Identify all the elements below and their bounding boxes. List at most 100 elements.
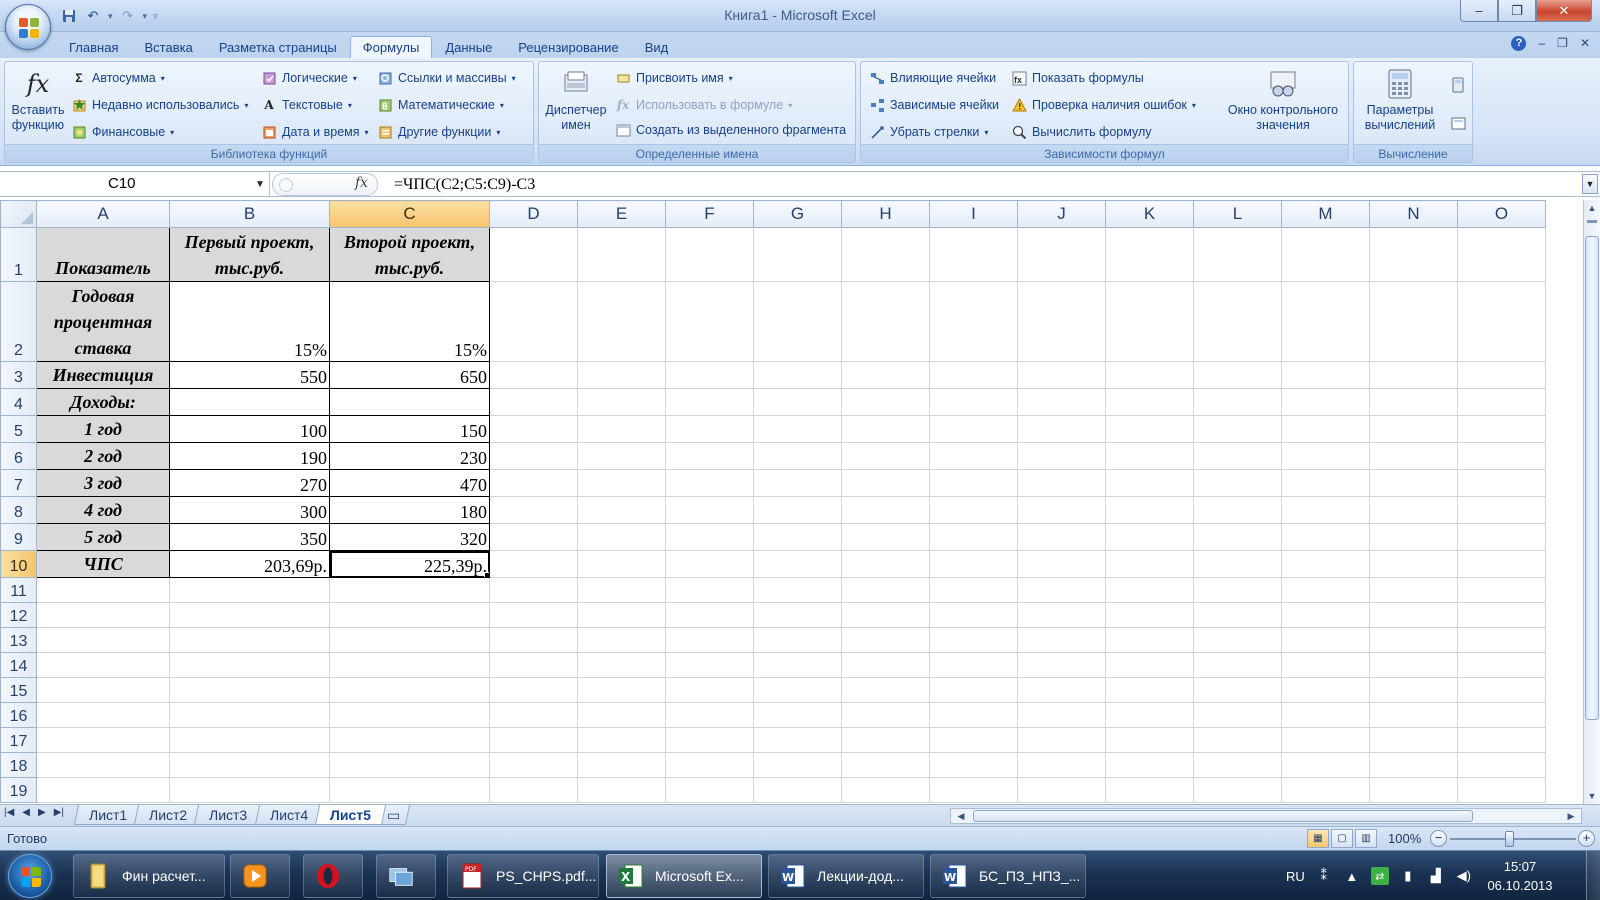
cell-a7[interactable]: 3 год — [36, 469, 170, 497]
cell-n1[interactable] — [1369, 227, 1458, 282]
taskbar-item-word-2[interactable]: W БС_ПЗ_НПЗ_... — [930, 854, 1086, 898]
cell-m16[interactable] — [1281, 702, 1370, 728]
cell-f19[interactable] — [665, 777, 754, 803]
cell-o18[interactable] — [1457, 752, 1546, 778]
row-header[interactable]: 18 — [0, 752, 37, 778]
cell-i7[interactable] — [929, 469, 1018, 497]
network-sync-icon[interactable]: ⇄ — [1370, 867, 1389, 885]
tab-data[interactable]: Данные — [432, 36, 505, 58]
cell-d14[interactable] — [489, 652, 578, 678]
cell-m10[interactable] — [1281, 550, 1370, 578]
cell-c3[interactable]: 650 — [329, 361, 490, 389]
cell-e16[interactable] — [577, 702, 666, 728]
cell-f10[interactable] — [665, 550, 754, 578]
cell-c17[interactable] — [329, 727, 490, 753]
workbook-restore-icon[interactable]: ❐ — [1557, 36, 1568, 51]
cell-m1[interactable] — [1281, 227, 1370, 282]
cell-h18[interactable] — [841, 752, 930, 778]
cell-i13[interactable] — [929, 627, 1018, 653]
cell-d3[interactable] — [489, 361, 578, 389]
cell-a5[interactable]: 1 год — [36, 415, 170, 443]
vertical-scrollbar[interactable]: ▲ ▼ — [1583, 200, 1600, 804]
cell-l2[interactable] — [1193, 281, 1282, 362]
cell-a13[interactable] — [36, 627, 170, 653]
sheet-tab-2[interactable]: Лист2 — [134, 805, 203, 825]
column-header-l[interactable]: L — [1193, 200, 1282, 228]
cell-l1[interactable] — [1193, 227, 1282, 282]
cell-h1[interactable] — [841, 227, 930, 282]
cell-i1[interactable] — [929, 227, 1018, 282]
cell-j3[interactable] — [1017, 361, 1106, 389]
column-header-o[interactable]: O — [1457, 200, 1546, 228]
column-header-a[interactable]: A — [36, 200, 170, 228]
cell-n15[interactable] — [1369, 677, 1458, 703]
cell-o17[interactable] — [1457, 727, 1546, 753]
cell-h8[interactable] — [841, 496, 930, 524]
cell-f13[interactable] — [665, 627, 754, 653]
cell-f15[interactable] — [665, 677, 754, 703]
cell-d15[interactable] — [489, 677, 578, 703]
taskbar-item-excel[interactable]: X Microsoft Ex... — [606, 854, 762, 898]
cell-f16[interactable] — [665, 702, 754, 728]
cell-h19[interactable] — [841, 777, 930, 803]
row-header[interactable]: 7 — [0, 469, 37, 497]
cell-e9[interactable] — [577, 523, 666, 551]
cell-l19[interactable] — [1193, 777, 1282, 803]
row-header[interactable]: 13 — [0, 627, 37, 653]
cell-k13[interactable] — [1105, 627, 1194, 653]
cell-h2[interactable] — [841, 281, 930, 362]
cell-j2[interactable] — [1017, 281, 1106, 362]
name-box-dropdown-icon[interactable]: ▼ — [253, 172, 267, 197]
cell-e17[interactable] — [577, 727, 666, 753]
keyboard-settings-icon[interactable]: ⁑ — [1315, 867, 1333, 885]
cell-m18[interactable] — [1281, 752, 1370, 778]
cell-e11[interactable] — [577, 577, 666, 603]
cell-b4[interactable] — [169, 388, 330, 416]
cell-i4[interactable] — [929, 388, 1018, 416]
cell-g18[interactable] — [753, 752, 842, 778]
cell-h16[interactable] — [841, 702, 930, 728]
cell-a18[interactable] — [36, 752, 170, 778]
cell-g1[interactable] — [753, 227, 842, 282]
cell-g4[interactable] — [753, 388, 842, 416]
cell-m2[interactable] — [1281, 281, 1370, 362]
select-all-button[interactable] — [0, 200, 37, 228]
cell-i15[interactable] — [929, 677, 1018, 703]
cell-l15[interactable] — [1193, 677, 1282, 703]
cell-g12[interactable] — [753, 602, 842, 628]
cell-b19[interactable] — [169, 777, 330, 803]
remove-arrows-button[interactable]: Убрать стрелки ▾ — [869, 121, 988, 143]
cell-i9[interactable] — [929, 523, 1018, 551]
autosum-button[interactable]: Σ Автосумма ▾ — [71, 67, 164, 89]
cell-o14[interactable] — [1457, 652, 1546, 678]
sheet-tab-1[interactable]: Лист1 — [73, 805, 143, 825]
cell-b10[interactable]: 203,69р. — [169, 550, 330, 578]
restore-button[interactable]: ❐ — [1498, 0, 1536, 22]
cell-g3[interactable] — [753, 361, 842, 389]
date-time-button[interactable]: Дата и время ▾ — [261, 121, 369, 143]
cell-m6[interactable] — [1281, 442, 1370, 470]
cell-k6[interactable] — [1105, 442, 1194, 470]
cell-k18[interactable] — [1105, 752, 1194, 778]
use-in-formula-button[interactable]: fx Использовать в формуле ▾ — [615, 94, 792, 116]
cell-k2[interactable] — [1105, 281, 1194, 362]
cell-l11[interactable] — [1193, 577, 1282, 603]
cell-b14[interactable] — [169, 652, 330, 678]
cell-k4[interactable] — [1105, 388, 1194, 416]
cell-o10[interactable] — [1457, 550, 1546, 578]
cell-g11[interactable] — [753, 577, 842, 603]
column-header-f[interactable]: F — [665, 200, 754, 228]
calculate-now-button[interactable] — [1450, 74, 1466, 96]
start-button[interactable] — [8, 854, 52, 898]
cell-c14[interactable] — [329, 652, 490, 678]
cell-i3[interactable] — [929, 361, 1018, 389]
cell-e1[interactable] — [577, 227, 666, 282]
recently-used-button[interactable]: Недавно использовались ▾ — [71, 94, 248, 116]
watch-window-button[interactable]: Окно контрольного значения — [1221, 68, 1345, 133]
cell-c16[interactable] — [329, 702, 490, 728]
cell-c6[interactable]: 230 — [329, 442, 490, 470]
cell-b5[interactable]: 100 — [169, 415, 330, 443]
cell-o7[interactable] — [1457, 469, 1546, 497]
cell-b7[interactable]: 270 — [169, 469, 330, 497]
cell-b12[interactable] — [169, 602, 330, 628]
